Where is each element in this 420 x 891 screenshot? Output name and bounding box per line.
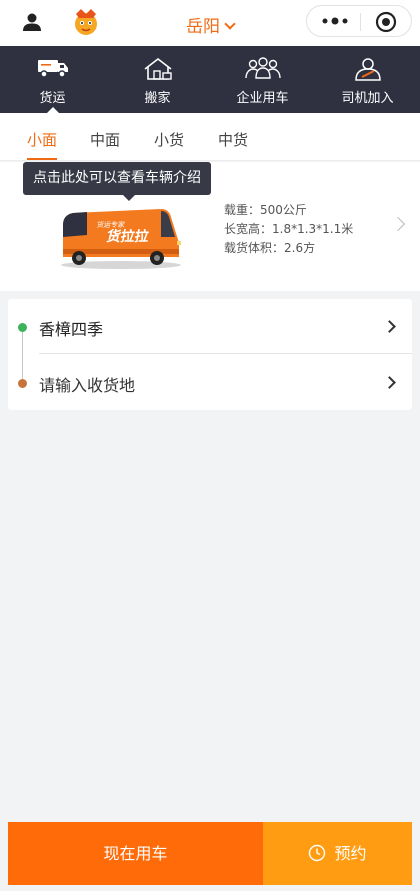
truck-icon: [37, 60, 68, 78]
address-card: 香樟四季 请输入收货地: [8, 299, 412, 410]
svg-text:货运专家: 货运专家: [96, 220, 126, 229]
vehicle-card[interactable]: 货运专家 货拉拉 载重：500公斤 长宽高：1.8*1.3*1.1米 载货体积：…: [0, 162, 420, 291]
vehicle-load: 载重：500公斤: [224, 203, 307, 217]
dropoff-dot-icon: [18, 379, 27, 388]
chevron-right-icon: [383, 376, 396, 389]
van-image[interactable]: 货运专家 货拉拉: [57, 201, 185, 271]
mini-program-capsule: [306, 5, 412, 37]
bottom-action-bar: 现在用车 预约: [8, 822, 412, 885]
vehicle-info-tooltip: 点击此处可以查看车辆介绍: [23, 162, 211, 201]
service-label: 司机加入: [341, 91, 394, 106]
vehicle-specs: 载重：500公斤 长宽高：1.8*1.3*1.1米 载货体积：2.6方: [224, 201, 353, 258]
address-divider: [39, 353, 412, 354]
more-icon[interactable]: [321, 15, 349, 27]
service-item-driver-join[interactable]: 司机加入: [315, 46, 420, 113]
chevron-down-icon: [224, 18, 236, 30]
clock-icon: [309, 844, 326, 861]
close-target-icon[interactable]: [375, 11, 397, 33]
chevron-right-icon[interactable]: [390, 216, 406, 232]
tab-medium-truck[interactable]: 中货: [218, 129, 248, 150]
dropoff-address-placeholder: 请输入收货地: [39, 376, 136, 395]
service-item-enterprise[interactable]: 企业用车: [210, 46, 315, 113]
driver-icon: [354, 58, 381, 81]
chevron-right-icon: [383, 320, 396, 333]
team-icon: [244, 57, 281, 79]
active-tab-indicator: [27, 158, 57, 160]
tab-medium-van[interactable]: 中面: [90, 129, 120, 150]
vehicle-type-tabs: 小面 中面 小货 中货: [0, 113, 420, 161]
van-logo-text: 货拉拉: [105, 228, 150, 245]
pickup-dot-icon: [18, 323, 27, 332]
house-icon: [144, 57, 172, 80]
service-nav: 货运 搬家 企业用车 司机加入: [0, 46, 420, 113]
tab-small-truck[interactable]: 小货: [154, 129, 184, 150]
reserve-label: 预约: [334, 844, 367, 863]
service-label: 企业用车: [236, 91, 289, 106]
service-item-moving[interactable]: 搬家: [105, 46, 210, 113]
pickup-address-row[interactable]: 香樟四季: [8, 299, 412, 354]
tab-small-van[interactable]: 小面: [27, 129, 57, 150]
service-label: 货运: [39, 91, 66, 106]
use-car-now-button[interactable]: 现在用车: [8, 822, 263, 885]
top-bar: 岳阳: [0, 0, 420, 46]
service-item-freight[interactable]: 货运: [0, 46, 105, 113]
vehicle-dimensions: 长宽高：1.8*1.3*1.1米: [224, 222, 354, 236]
reserve-button[interactable]: 预约: [263, 822, 412, 885]
city-label: 岳阳: [186, 17, 220, 37]
pickup-address: 香樟四季: [39, 320, 104, 339]
vehicle-volume: 载货体积：2.6方: [224, 241, 316, 255]
dropoff-address-row[interactable]: 请输入收货地: [8, 355, 412, 410]
service-label: 搬家: [144, 91, 171, 106]
capsule-divider: [360, 13, 361, 31]
